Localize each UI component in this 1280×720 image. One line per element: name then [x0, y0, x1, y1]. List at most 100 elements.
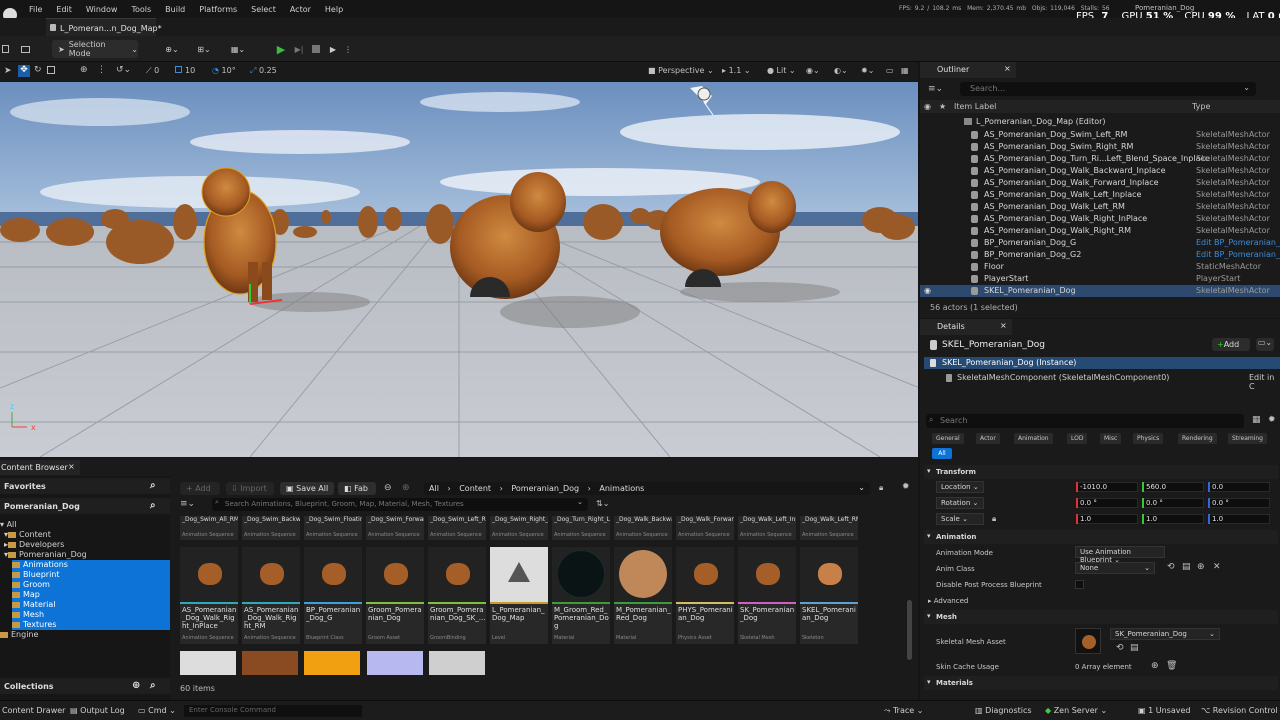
texture-thumb[interactable] — [367, 651, 423, 675]
location-z[interactable]: 0.0 — [1208, 482, 1270, 492]
fab-button[interactable]: ◧ Fab — [338, 482, 376, 495]
blueprint-convert-icon[interactable]: ▭⌄ — [1256, 338, 1274, 351]
anim-class-dropdown[interactable]: None ⌄ — [1075, 562, 1155, 574]
tree-developers[interactable]: ▸ Developers — [4, 540, 170, 550]
add-collection-icon[interactable]: ⊕ — [132, 680, 140, 691]
crumb-content[interactable]: Content — [459, 484, 491, 493]
asset-tile-partial[interactable]: _Dog_Walk_Backward_... Animation Sequence — [614, 516, 672, 540]
revision-control-button[interactable]: ⌥ Revision Control — [1201, 706, 1278, 715]
skm-browse-icon[interactable]: ▤ — [1130, 643, 1139, 653]
location-x[interactable]: -1010.0 — [1076, 482, 1138, 492]
component-row[interactable]: SkeletalMeshComponent (SkeletalMeshCompo… — [924, 372, 1280, 391]
asset-tile[interactable]: Groom_Pomeranian_Dog Groom Asset — [366, 547, 424, 644]
eject-icon[interactable]: ▶ — [326, 40, 340, 58]
outliner-row[interactable]: BP_Pomeranian_Dog_G Edit BP_Pomeranian_Do… — [920, 237, 1280, 249]
select-tool-icon[interactable]: ➤ — [4, 66, 12, 76]
asset-tile-partial[interactable]: _Dog_Swim_All_RM Animation Sequence — [180, 516, 238, 540]
actor-name[interactable]: SKEL_Pomeranian_Dog — [942, 340, 1045, 350]
cb-settings-gear-icon[interactable]: ✹ — [902, 482, 910, 492]
search-icon[interactable]: ⌕ — [150, 680, 156, 691]
advanced-row[interactable]: ▸ Advanced — [928, 597, 968, 605]
level-tab[interactable]: L_Pomeran...n_Dog_Map* — [46, 18, 162, 36]
col-item-label[interactable]: Item Label — [954, 102, 996, 111]
import-button[interactable]: ⇩ Import — [226, 482, 274, 495]
filter-actor[interactable]: Actor — [976, 433, 1000, 444]
asset-tile-partial[interactable]: _Dog_Swim_Forward_2 Animation Sequence — [366, 516, 424, 540]
asset-tile-partial[interactable]: _Dog_Turn_Right_Left... Animation Sequenc… — [552, 516, 610, 540]
details-search-input[interactable]: ⌕ Search — [926, 414, 1244, 428]
filter-icon[interactable]: ≡⌄ — [180, 499, 195, 509]
add-button[interactable]: + Add — [180, 482, 220, 495]
sort-icon[interactable]: ⇅⌄ — [596, 499, 609, 508]
crumb-pomeranian[interactable]: Pomeranian_Dog — [511, 484, 579, 493]
settings-gear-icon[interactable]: ✹⌄ — [861, 66, 874, 75]
move-tool-icon[interactable]: ✥ — [18, 65, 30, 77]
viewport-layout-icon[interactable]: ▭ — [886, 66, 894, 75]
content-icon[interactable] — [18, 40, 32, 58]
texture-thumb[interactable] — [304, 651, 360, 675]
asset-tile[interactable]: M_Pomeranian_Red_Dog Material — [614, 547, 672, 644]
scale-y[interactable]: 1.0 — [1142, 514, 1204, 524]
asset-tile-partial[interactable]: _Dog_Swim_Right_RM Animation Sequence — [490, 516, 548, 540]
collections-header[interactable]: Collections ⊕ ⌕ — [0, 678, 170, 694]
rotate-tool-icon[interactable]: ↻ — [34, 65, 42, 75]
col-type[interactable]: Type — [1192, 102, 1210, 111]
asset-tile[interactable]: L_Pomeranian_Dog_Map Level — [490, 547, 548, 644]
rotation-z[interactable]: 0.0 ° — [1208, 498, 1270, 508]
filter-general[interactable]: General — [932, 433, 964, 444]
filter-physics[interactable]: Physics — [1133, 433, 1164, 444]
tree-material[interactable]: Material — [12, 600, 170, 610]
crumb-animations[interactable]: Animations — [599, 484, 644, 493]
texture-thumb[interactable] — [242, 651, 298, 675]
tree-engine[interactable]: Engine — [0, 630, 170, 640]
visibility-eye-icon[interactable]: ◉ — [924, 286, 931, 295]
filter-rendering[interactable]: Rendering — [1178, 433, 1217, 444]
details-settings-gear-icon[interactable]: ✹ — [1268, 415, 1276, 425]
diagnostics-button[interactable]: ▥ Diagnostics — [975, 706, 1032, 715]
step-icon[interactable]: ▶| — [292, 40, 306, 58]
trash-icon[interactable]: 🗑︎ — [1166, 661, 1177, 671]
clear-icon[interactable]: ✕ — [1213, 562, 1221, 572]
menu-platforms[interactable]: Platforms — [192, 5, 244, 14]
chevron-down-icon[interactable]: ⌄ — [858, 483, 865, 492]
transform-section[interactable]: ▾ Transform — [924, 465, 1278, 479]
scale-z[interactable]: 1.0 — [1208, 514, 1270, 524]
selection-mode-dropdown[interactable]: ➤ Selection Mode ⌄ — [52, 40, 138, 58]
chevron-down-icon[interactable]: ⌄ — [577, 498, 583, 506]
asset-tile[interactable]: BP_Pomeranian_Dog_G Blueprint Class — [304, 547, 362, 644]
performance-icon[interactable]: ◐⌄ — [834, 66, 848, 75]
table-view-icon[interactable]: ▦ — [1252, 415, 1261, 425]
scale-x[interactable]: 1.0 — [1076, 514, 1138, 524]
menu-window[interactable]: Window — [79, 5, 125, 14]
crumb-all[interactable]: All — [429, 484, 439, 493]
outliner-row[interactable]: ◉ SKEL_Pomeranian_Dog SkeletalMeshActor — [920, 285, 1280, 297]
menu-help[interactable]: Help — [318, 5, 350, 14]
save-current-icon[interactable] — [0, 40, 10, 58]
lock-icon[interactable]: 🔒︎ — [992, 514, 996, 524]
tree-blueprint[interactable]: Blueprint — [12, 570, 170, 580]
tree-map[interactable]: Map — [12, 590, 170, 600]
add-icon[interactable]: ⊕ — [1197, 562, 1205, 572]
asset-tile[interactable]: PHYS_Pomeranian_Dog Physics Asset — [676, 547, 734, 644]
asset-tile-partial[interactable]: _Dog_Swim_Floating Animation Sequence — [304, 516, 362, 540]
tree-groom[interactable]: Groom — [12, 580, 170, 590]
tree-content[interactable]: ▾ Content — [4, 530, 170, 540]
filter-misc[interactable]: Misc — [1100, 433, 1122, 444]
texture-thumb[interactable] — [429, 651, 485, 675]
project-header[interactable]: Pomeranian_Dog ⌕ — [0, 498, 170, 514]
outliner-root-row[interactable]: L_Pomeranian_Dog_Map (Editor) — [920, 116, 1280, 128]
skm-use-icon[interactable]: ⟲ — [1116, 643, 1124, 653]
cmd-dropdown[interactable]: ▭ Cmd ⌄ — [138, 706, 176, 715]
show-flags-icon[interactable]: ◉⌄ — [806, 66, 820, 75]
outliner-search-input[interactable]: Search... ⌄ — [960, 82, 1256, 96]
disable-pp-checkbox[interactable] — [1075, 580, 1084, 589]
location-dropdown[interactable]: Location ⌄ — [936, 481, 984, 493]
cb-scrollbar[interactable] — [907, 600, 912, 660]
scale-snap-toggle[interactable]: ⤢ 0.25 — [250, 66, 277, 76]
outliner-row[interactable]: Floor StaticMeshActor — [920, 261, 1280, 273]
browse-icon[interactable]: ▤ — [1182, 562, 1191, 572]
trace-dropdown[interactable]: ⤳ Trace ⌄ — [884, 706, 923, 716]
materials-section[interactable]: ▾ Materials — [924, 676, 1278, 690]
history-back-icon[interactable]: ⊖ — [384, 483, 392, 493]
scale-tool-icon[interactable] — [47, 66, 55, 74]
